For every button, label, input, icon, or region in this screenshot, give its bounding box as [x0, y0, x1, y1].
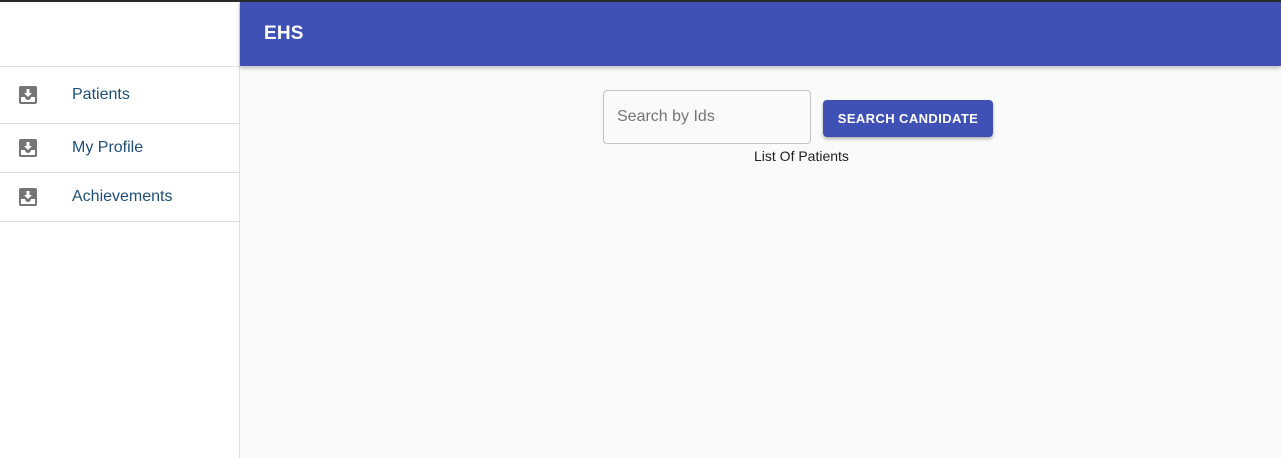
- sidebar-item-label: Patients: [72, 86, 130, 103]
- inbox-download-icon: [19, 139, 37, 157]
- sidebar-item-label: My Profile: [72, 139, 144, 156]
- sidebar-header: [0, 2, 239, 67]
- inbox-download-icon: [19, 188, 37, 206]
- app-bar: EHS: [240, 2, 1281, 66]
- sidebar: Patients My Profile Achievements: [0, 2, 240, 458]
- sidebar-item-my-profile[interactable]: My Profile: [0, 124, 239, 173]
- main-content: SEARCH CANDIDATE List Of Patients: [240, 66, 1281, 458]
- app-title: EHS: [264, 23, 304, 44]
- sidebar-nav: Patients My Profile Achievements: [0, 67, 239, 222]
- search-input[interactable]: [603, 90, 811, 144]
- search-candidate-button[interactable]: SEARCH CANDIDATE: [823, 100, 993, 137]
- sidebar-item-patients[interactable]: Patients: [0, 67, 239, 124]
- list-caption: List Of Patients: [754, 148, 849, 164]
- sidebar-item-label: Achievements: [72, 188, 173, 205]
- inbox-download-icon: [19, 86, 37, 104]
- sidebar-item-achievements[interactable]: Achievements: [0, 173, 239, 222]
